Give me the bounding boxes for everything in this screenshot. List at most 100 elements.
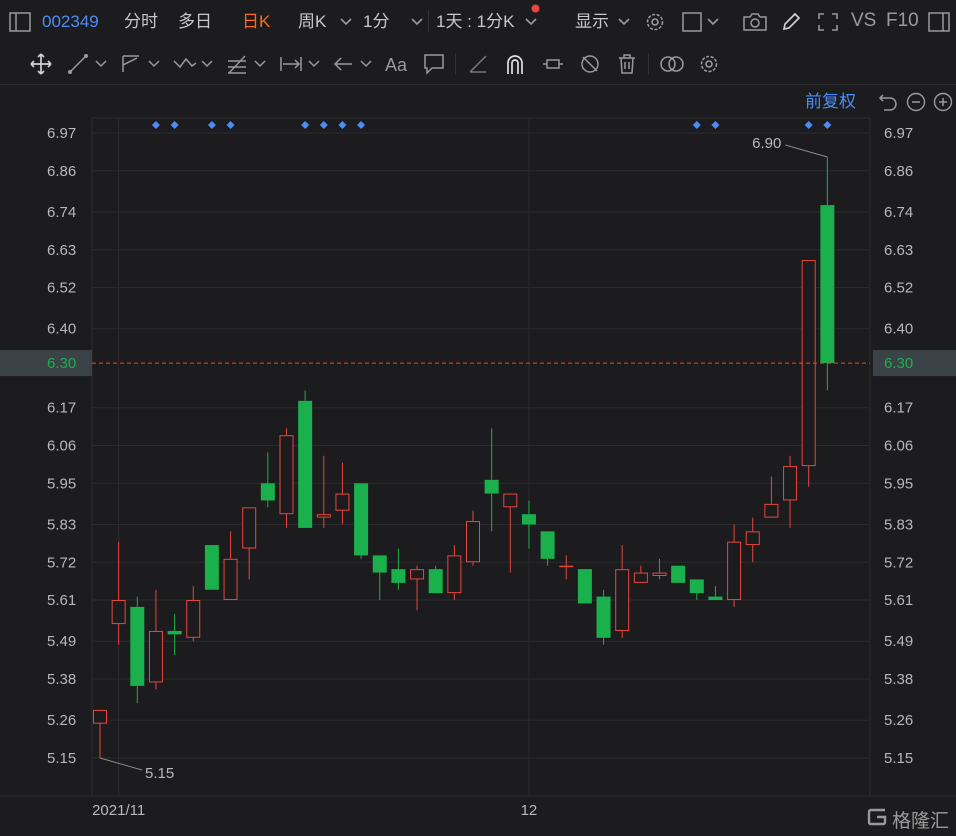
candle-down[interactable] xyxy=(540,531,555,566)
magnet-icon[interactable] xyxy=(504,52,526,76)
candle-up[interactable] xyxy=(335,462,350,525)
candle-down[interactable] xyxy=(671,565,686,583)
f10-button[interactable]: F10 xyxy=(886,11,919,31)
line-tool-icon[interactable] xyxy=(67,53,89,75)
lock-tool-icon[interactable] xyxy=(541,53,565,75)
event-marker[interactable] xyxy=(338,121,347,129)
channel-tool-icon[interactable] xyxy=(120,53,142,75)
chevron-down-icon[interactable] xyxy=(148,59,160,69)
period-combo[interactable]: 1天 : 1分K xyxy=(436,12,514,32)
candle-down[interactable] xyxy=(372,555,387,601)
candle-up[interactable] xyxy=(466,510,480,566)
chevron-down-icon[interactable] xyxy=(525,17,537,27)
event-marker[interactable] xyxy=(804,121,813,129)
chevron-down-icon[interactable] xyxy=(201,59,213,69)
chevron-down-icon[interactable] xyxy=(707,17,719,27)
candle-up[interactable] xyxy=(279,428,294,528)
wave-tool-icon[interactable] xyxy=(172,53,198,75)
candle-down[interactable] xyxy=(428,565,443,594)
event-marker[interactable] xyxy=(357,121,366,129)
event-marker[interactable] xyxy=(301,121,310,129)
arrow-tool-icon[interactable] xyxy=(332,53,354,75)
gear-icon[interactable] xyxy=(698,53,720,75)
checkbox-icon[interactable] xyxy=(682,12,704,32)
y-tick-label-right: 5.95 xyxy=(884,475,913,492)
candle-down[interactable] xyxy=(708,586,723,601)
candle-down[interactable] xyxy=(577,569,592,604)
camera-icon[interactable] xyxy=(742,12,768,32)
fibonacci-tool-icon[interactable] xyxy=(226,53,248,75)
candles[interactable] xyxy=(93,157,835,758)
candle-up[interactable] xyxy=(727,524,742,607)
event-marker[interactable] xyxy=(170,121,179,129)
candle-down[interactable] xyxy=(689,579,704,601)
candle-up[interactable] xyxy=(801,260,816,487)
candle-up[interactable] xyxy=(633,565,648,583)
vs-button[interactable]: VS xyxy=(851,11,876,31)
candle-up[interactable] xyxy=(223,531,238,601)
candle-down[interactable] xyxy=(521,500,536,549)
candle-down[interactable] xyxy=(204,545,219,590)
candle-down[interactable] xyxy=(484,428,499,532)
candle-down[interactable] xyxy=(167,613,182,655)
candle-up[interactable] xyxy=(503,493,518,573)
candle-down[interactable] xyxy=(130,596,145,704)
candle-down[interactable] xyxy=(596,589,611,645)
hide-drawings-icon[interactable] xyxy=(579,53,601,75)
chevron-down-icon[interactable] xyxy=(254,59,266,69)
candle-up[interactable] xyxy=(186,586,201,642)
candle-up[interactable] xyxy=(559,555,574,580)
y-tick-label-left: 5.61 xyxy=(47,592,76,609)
event-marker[interactable] xyxy=(226,121,235,129)
event-markers[interactable] xyxy=(151,121,832,129)
candle-up[interactable] xyxy=(316,455,331,528)
text-tool-icon[interactable]: Aa xyxy=(384,53,410,75)
candle-down[interactable] xyxy=(260,452,275,508)
tab-weekly-k[interactable]: 周K xyxy=(298,12,326,32)
candle-down[interactable] xyxy=(391,548,406,590)
stock-code[interactable]: 002349 xyxy=(42,12,99,32)
sidebar-toggle-icon[interactable] xyxy=(9,12,31,32)
range-tool-icon[interactable] xyxy=(279,53,303,75)
candle-up[interactable] xyxy=(783,455,798,528)
overlay-icon[interactable] xyxy=(658,53,686,75)
chevron-down-icon[interactable] xyxy=(308,59,320,69)
comment-tool-icon[interactable] xyxy=(423,53,445,75)
tab-1min[interactable]: 1分 xyxy=(363,12,389,32)
candle-up[interactable] xyxy=(111,541,126,645)
candle-up[interactable] xyxy=(93,709,107,758)
gear-icon[interactable] xyxy=(644,11,666,33)
candle-down[interactable] xyxy=(820,157,835,391)
chevron-down-icon[interactable] xyxy=(360,59,372,69)
candle-up[interactable] xyxy=(148,589,163,690)
chevron-down-icon[interactable] xyxy=(618,17,630,27)
event-marker[interactable] xyxy=(151,121,160,129)
candle-up[interactable] xyxy=(615,545,630,638)
move-icon[interactable] xyxy=(29,52,53,76)
event-marker[interactable] xyxy=(319,121,328,129)
tab-daily-k[interactable]: 日K xyxy=(242,12,270,32)
tab-multi-day[interactable]: 多日 xyxy=(178,12,212,32)
chevron-down-icon[interactable] xyxy=(340,17,352,27)
pen-icon[interactable] xyxy=(780,11,802,33)
candle-down[interactable] xyxy=(298,390,313,528)
chevron-down-icon[interactable] xyxy=(95,59,107,69)
candlestick-chart[interactable]: 6.30 6.30 6.97 6.97 6.86 6.86 6.74 6.74 6.63 6.6… xyxy=(0,85,956,836)
event-marker[interactable] xyxy=(207,121,216,129)
trash-icon[interactable] xyxy=(617,53,637,75)
candle-up[interactable] xyxy=(447,545,462,601)
event-marker[interactable] xyxy=(711,121,720,129)
candle-down[interactable] xyxy=(354,483,369,559)
ruler-icon[interactable] xyxy=(467,53,489,75)
chevron-down-icon[interactable] xyxy=(411,17,423,27)
display-menu[interactable]: 显示 xyxy=(575,12,609,32)
event-marker[interactable] xyxy=(823,121,832,129)
panel-toggle-icon[interactable] xyxy=(928,12,950,32)
candle-up[interactable] xyxy=(242,507,257,580)
tab-intraday[interactable]: 分时 xyxy=(124,12,158,32)
candle-up[interactable] xyxy=(410,565,425,611)
event-marker[interactable] xyxy=(692,121,701,129)
fullscreen-icon[interactable] xyxy=(817,12,839,32)
candle-up[interactable] xyxy=(764,476,779,518)
y-tick-label-left: 6.17 xyxy=(47,400,76,417)
